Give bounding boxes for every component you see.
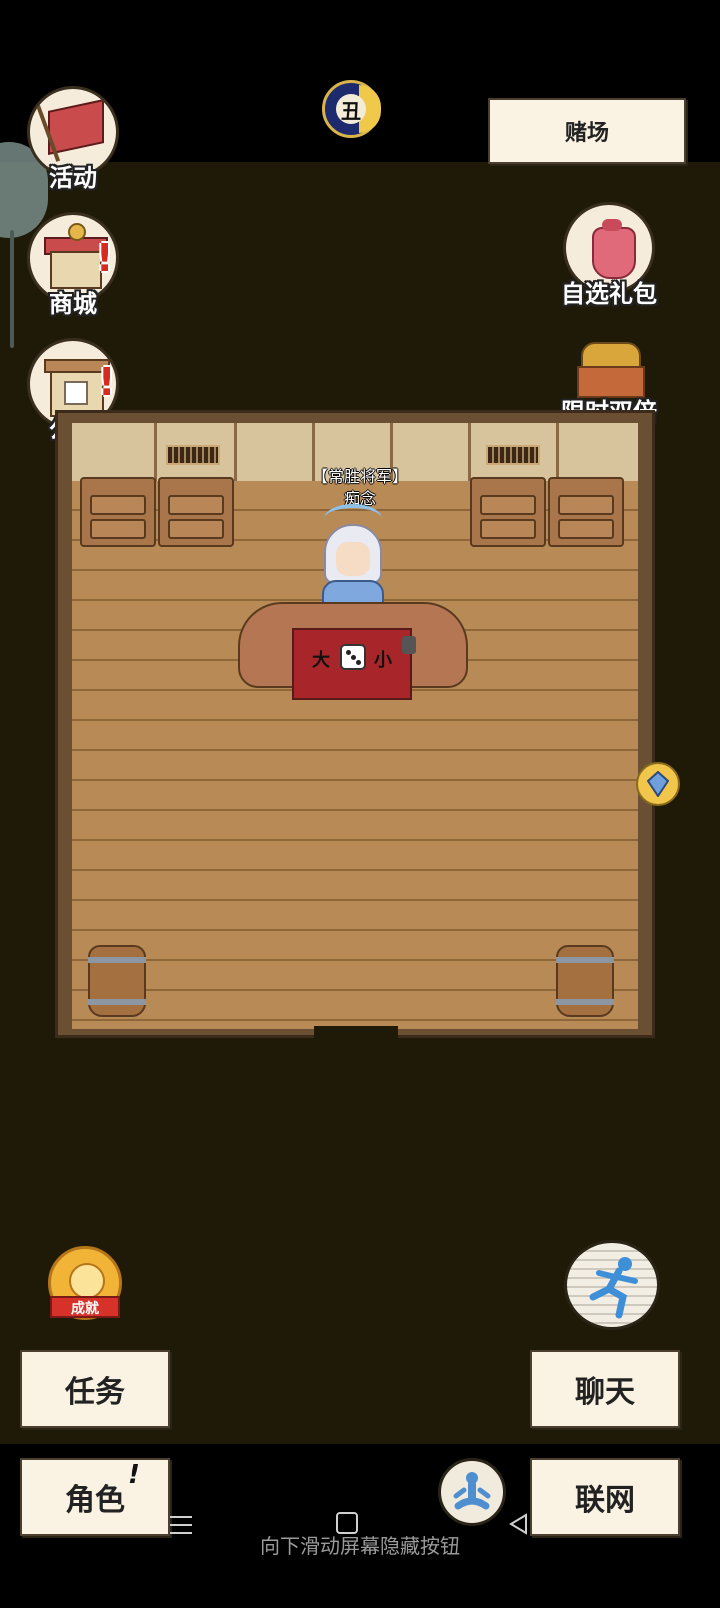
wall-panel <box>234 423 237 481</box>
shop-alert-icon: ! <box>96 236 114 280</box>
barrel <box>556 945 614 1017</box>
location-button[interactable]: 赌场 <box>488 98 686 164</box>
character-alert-icon: ! <box>128 1460 140 1490</box>
wall-panel <box>468 423 471 481</box>
dresser <box>548 477 624 547</box>
quest-button[interactable]: 任务 <box>20 1350 170 1428</box>
dresser <box>80 477 156 547</box>
npc-face <box>336 542 370 576</box>
barrel <box>88 945 146 1017</box>
quest-label: 任务 <box>65 1375 125 1410</box>
shop-button[interactable]: ! 商城 <box>8 212 138 318</box>
run-button[interactable] <box>564 1240 660 1330</box>
shop-label: 商城 <box>49 290 97 318</box>
gift-pack-button[interactable]: 自选礼包 <box>544 202 674 308</box>
small-bet-label[interactable]: 小 <box>374 646 392 672</box>
dresser <box>158 477 234 547</box>
wall-vent <box>166 445 220 465</box>
diamond-button[interactable] <box>636 762 680 806</box>
time-badge-label: 丑 <box>336 94 366 124</box>
time-badge[interactable]: 丑 <box>322 80 381 138</box>
treasure-chest-icon <box>563 320 655 400</box>
npc-title: 【常胜将军】 <box>311 467 408 486</box>
activity-button[interactable]: 活动 <box>8 86 138 192</box>
dice-cup-icon <box>402 636 416 654</box>
gift-pack-label: 自选礼包 <box>561 280 657 308</box>
wall-panel <box>556 423 559 481</box>
dice-icon <box>340 644 366 670</box>
big-bet-label[interactable]: 大 <box>312 646 330 672</box>
wall-panel <box>154 423 157 481</box>
running-figure-icon <box>589 1257 638 1319</box>
dresser <box>470 477 546 547</box>
achievement-label: 成就 <box>50 1296 120 1318</box>
wall-vent <box>486 445 540 465</box>
diamond-icon <box>647 771 669 797</box>
chat-button[interactable]: 聊天 <box>530 1350 680 1428</box>
chat-label: 聊天 <box>575 1375 635 1410</box>
achievement-button[interactable]: 成就 <box>44 1244 126 1326</box>
double-reward-button[interactable]: 限时双倍 <box>544 320 674 426</box>
room-door[interactable] <box>314 1026 398 1038</box>
notice-alert-icon: ! <box>98 360 116 404</box>
location-label: 赌场 <box>564 121 609 146</box>
hide-buttons-hint: 向下滑动屏幕隐藏按钮 <box>260 1534 460 1558</box>
activity-label: 活动 <box>49 164 97 192</box>
game-screen: 丑 赌场 活动 ! 商城 ! 公告 <box>0 0 720 1608</box>
